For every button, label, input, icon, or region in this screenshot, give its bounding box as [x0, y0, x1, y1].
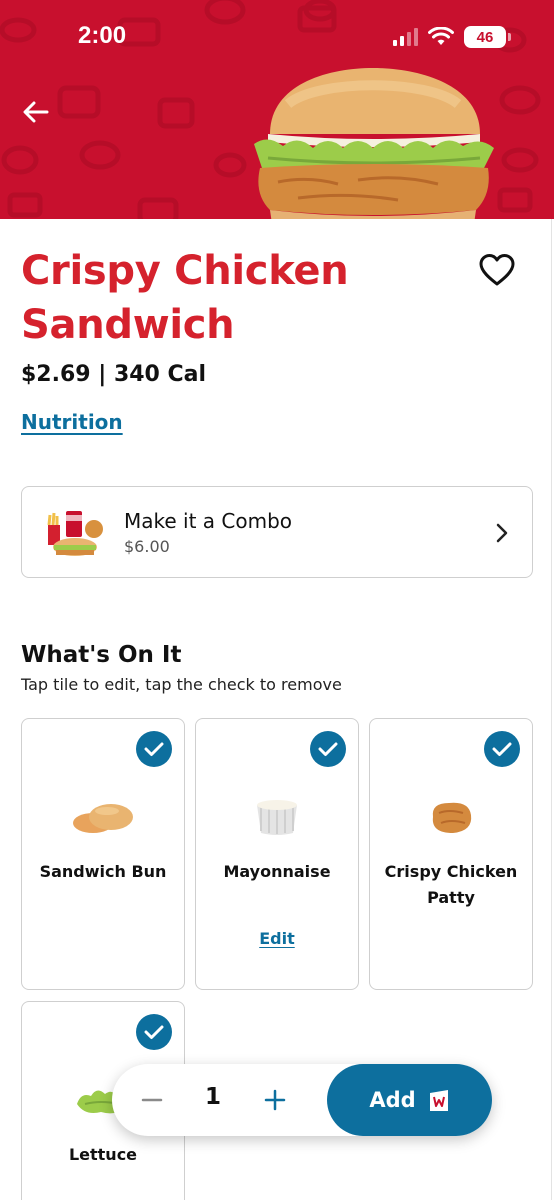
check-icon — [144, 742, 164, 756]
ingredient-tile-sandwich-bun[interactable]: Sandwich Bun — [21, 718, 185, 990]
back-arrow-icon — [23, 101, 49, 123]
sandwich-bun-image — [73, 804, 133, 833]
back-button[interactable] — [16, 92, 56, 132]
wifi-icon — [428, 27, 454, 45]
signal-icon — [393, 28, 418, 46]
check-icon — [492, 742, 512, 756]
remove-check-button[interactable] — [310, 731, 346, 767]
quantity-value: 1 — [204, 1084, 221, 1110]
ingredient-label: Sandwich Bun — [39, 862, 167, 881]
favorite-button[interactable] — [474, 248, 520, 292]
remove-check-button[interactable] — [484, 731, 520, 767]
heart-icon — [479, 254, 515, 286]
combo-price: $6.00 — [124, 537, 170, 556]
scroll-edge — [551, 219, 552, 1200]
nutrition-link[interactable]: Nutrition — [21, 410, 123, 434]
status-time: 2:00 — [78, 22, 127, 49]
remove-check-button[interactable] — [136, 731, 172, 767]
add-button-label: Add — [369, 1088, 416, 1112]
chicken-patty-image — [432, 802, 472, 833]
check-icon — [144, 1025, 164, 1039]
ingredient-label: Crispy Chicken Patty — [384, 862, 518, 907]
remove-check-button[interactable] — [136, 1014, 172, 1050]
bag-icon — [429, 1090, 448, 1111]
order-bar: 1 Add — [112, 1064, 492, 1136]
plus-icon — [264, 1089, 286, 1111]
product-title: Crispy Chicken Sandwich — [21, 248, 349, 348]
add-to-bag-button[interactable]: Add — [327, 1064, 492, 1136]
price-calories: $2.69 | 340 Cal — [21, 362, 207, 387]
combo-card[interactable]: Make it a Combo $6.00 — [21, 486, 533, 578]
hero-banner: 2:00 46 — [0, 0, 554, 219]
section-title: What's On It — [21, 642, 182, 668]
mayonnaise-image — [257, 800, 297, 835]
minus-icon — [141, 1098, 163, 1102]
combo-title: Make it a Combo — [124, 509, 293, 533]
check-icon — [318, 742, 338, 756]
increase-quantity-button[interactable] — [255, 1080, 295, 1120]
status-bar: 2:00 46 — [0, 0, 554, 70]
ingredient-label: Mayonnaise — [223, 862, 331, 881]
product-image — [254, 68, 494, 219]
ingredient-tile-crispy-chicken-patty[interactable]: Crispy Chicken Patty — [369, 718, 533, 990]
chevron-right-icon — [496, 523, 508, 543]
battery-indicator: 46 — [464, 26, 511, 48]
ingredient-tile-mayonnaise[interactable]: Mayonnaise Edit — [195, 718, 359, 990]
section-subtitle: Tap tile to edit, tap the check to remov… — [21, 675, 342, 694]
decrease-quantity-button[interactable] — [132, 1080, 172, 1120]
edit-link[interactable]: Edit — [196, 929, 358, 948]
combo-image — [47, 511, 103, 556]
ingredient-label: Lettuce — [68, 1145, 138, 1164]
status-icons: 46 — [393, 26, 511, 48]
